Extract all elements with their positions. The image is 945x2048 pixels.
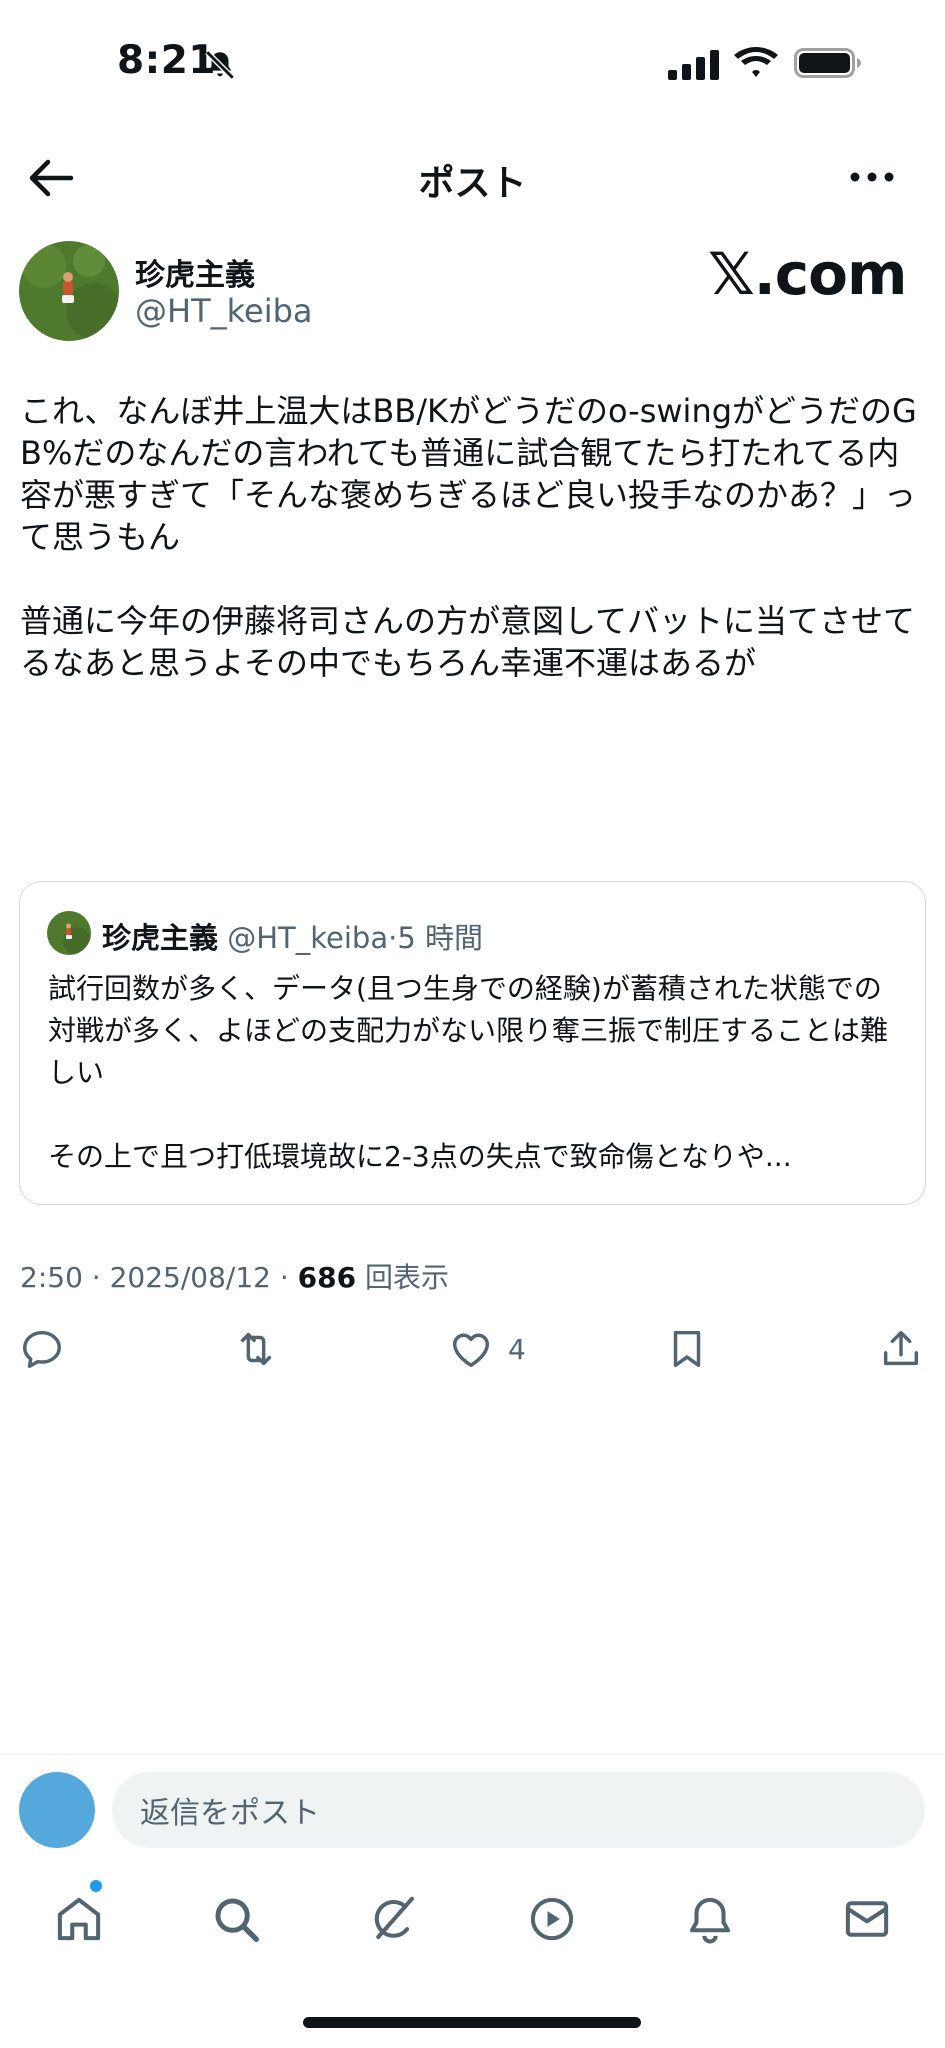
quote-header: 珍虎主義 @HT_keiba·5 時間 [102,915,483,957]
more-horizontal-icon[interactable] [848,162,896,192]
notifications-icon [689,1897,731,1944]
share-icon [883,1330,919,1366]
like-count: 4 [508,1332,526,1366]
quote-avatar [47,911,91,955]
view-count: 686 [297,1261,357,1294]
nav-messages[interactable] [840,1892,894,1946]
wifi-icon [734,47,778,77]
home-indicator [303,2017,641,2028]
post-text: これ、なんぼ井上温大はBB/Kがどうだのo-swingがどうだのGB%だのなんだ… [20,392,917,682]
battery-icon [794,48,861,78]
like-button[interactable]: 4 [448,1324,526,1374]
post-timestamp: 2:50 · 2025/08/12 · [20,1261,298,1294]
author-name[interactable]: 珍虎主義 [135,250,255,294]
user-avatar[interactable] [19,1772,95,1848]
divider [0,1754,945,1755]
nav-grok[interactable] [367,1892,421,1946]
reply-icon [23,1330,61,1368]
repost-icon [240,1332,272,1366]
reply-button[interactable] [19,1324,65,1374]
quote-text-truncated: その上で且つ打低環境故に2-3点の失点で致命傷となりや... [48,1140,792,1173]
page-title: ポスト [418,163,527,204]
quote-time: 5 時間 [397,921,483,955]
header: ポスト [0,140,945,216]
cellular-signal-icon [668,50,719,80]
x-com-watermark: 𝕏.com [708,240,907,308]
quote-author-name: 珍虎主義 [102,921,219,955]
quoted-post[interactable]: 珍虎主義 @HT_keiba·5 時間 試行回数が多く、データ(且つ生身での経験… [19,881,926,1205]
reply-input[interactable]: 返信をポスト [112,1772,925,1848]
quote-text: 試行回数が多く、データ(且つ生身での経験)が蓄積された状態での対戦が多く、よほど… [48,972,889,1089]
home-icon [57,1897,101,1941]
repost-button[interactable] [233,1324,279,1374]
author-handle[interactable]: @HT_keiba [135,292,313,330]
bookmark-button[interactable] [664,1324,710,1374]
bell-slash-icon [205,50,235,80]
nav-search[interactable] [209,1892,263,1946]
share-button[interactable] [878,1324,924,1374]
quote-separator: · [388,921,398,955]
avatar[interactable] [19,241,119,341]
nav-home[interactable] [52,1892,106,1946]
status-bar: 8:21 [0,0,945,130]
nav-notifications[interactable] [683,1892,737,1946]
grok-icon [374,1896,415,1940]
post-meta: 2:50 · 2025/08/12 · 686 回表示 [20,1256,449,1296]
quote-author-handle: @HT_keiba [227,921,389,955]
home-notification-dot [90,1880,102,1892]
view-label: 回表示 [356,1261,450,1294]
search-icon [215,1898,259,1942]
nav-video[interactable] [525,1892,579,1946]
messages-icon [845,1901,889,1937]
video-icon [530,1897,574,1941]
bookmark-icon [673,1330,701,1368]
heart-icon [452,1333,490,1368]
status-time: 8:21 [117,38,217,83]
